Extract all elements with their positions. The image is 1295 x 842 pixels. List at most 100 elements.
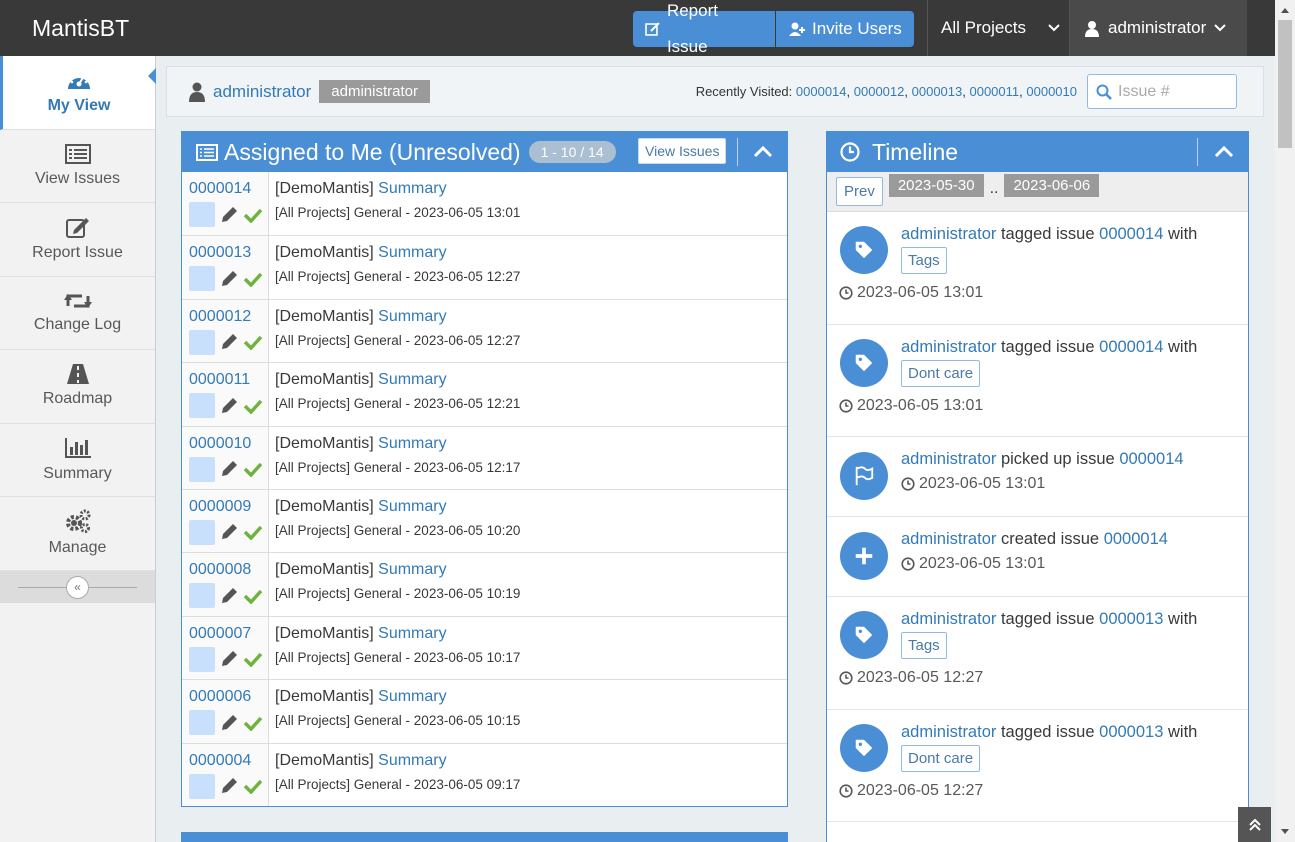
breadcrumb-user-link[interactable]: administrator — [213, 82, 311, 102]
report-issue-button[interactable]: Report Issue — [633, 1, 775, 56]
issue-id-link[interactable]: 0000011 — [189, 371, 250, 388]
pencil-icon[interactable] — [220, 206, 238, 224]
tag-button[interactable]: Dont care — [901, 359, 981, 387]
project-selector[interactable]: All Projects — [928, 0, 1068, 56]
priority-icon — [189, 393, 215, 419]
priority-icon — [189, 202, 215, 227]
timeline-time-text: 2023-06-05 13:01 — [919, 555, 1046, 572]
recent-issue-link[interactable]: 0000012 — [854, 84, 905, 99]
invite-users-button[interactable]: Invite Users — [776, 11, 914, 47]
issue-summary-link[interactable]: Summary — [378, 498, 446, 515]
issue-id-link[interactable]: 0000010 — [189, 435, 251, 452]
view-issues-button[interactable]: View Issues — [638, 138, 727, 164]
issue-id-link[interactable]: 0000012 — [189, 308, 251, 325]
tag-button[interactable]: Tags — [901, 247, 947, 274]
timeline-time: 2023-06-05 13:01 — [839, 284, 1238, 302]
recent-issue-link[interactable]: 0000011 — [969, 84, 1019, 99]
scroll-thumb[interactable] — [1278, 20, 1292, 148]
recent-issue-link[interactable]: 0000013 — [912, 84, 963, 99]
header-divider — [1197, 138, 1198, 166]
user-menu[interactable]: administrator — [1070, 0, 1247, 56]
timeline-issue-link[interactable]: 0000014 — [1119, 450, 1183, 468]
check-icon — [243, 336, 263, 351]
pencil-icon[interactable] — [220, 714, 238, 732]
issue-summary-link[interactable]: Summary — [378, 308, 446, 325]
timeline-user-link[interactable]: administrator — [901, 610, 996, 628]
timeline-action-text: tagged issue — [1000, 337, 1095, 356]
search-icon — [1096, 84, 1112, 100]
timeline-suffix: with — [1167, 225, 1198, 243]
tag-button[interactable]: Tags — [901, 632, 947, 659]
tag-icon — [840, 226, 888, 274]
issue-id-link[interactable]: 0000013 — [189, 244, 251, 261]
sidebar-item-report-issue[interactable]: Report Issue — [0, 203, 155, 277]
issue-summary-link[interactable]: Summary — [378, 625, 446, 642]
scrollbar[interactable] — [1275, 0, 1295, 842]
sidebar-item-summary[interactable]: Summary — [0, 424, 155, 497]
pencil-icon[interactable] — [220, 777, 238, 795]
issue-id-link[interactable]: 0000004 — [189, 752, 251, 769]
recent-issue-link[interactable]: 0000010 — [1026, 84, 1077, 99]
issue-project: [DemoMantis] — [275, 497, 374, 515]
issue-icons — [189, 393, 268, 419]
issue-summary-link[interactable]: Summary — [378, 244, 446, 261]
issue-icons — [189, 266, 268, 292]
issue-search-input[interactable]: Issue # — [1087, 74, 1237, 109]
timeline-issue-link[interactable]: 0000014 — [1099, 338, 1163, 356]
timeline-action-text: created issue — [1000, 530, 1100, 548]
issue-summary-cell: [DemoMantis] Summary [All Projects] Gene… — [269, 172, 787, 235]
sidebar-item-label: View Issues — [34, 169, 121, 187]
scroll-down-arrow-icon[interactable] — [1275, 825, 1295, 839]
chevron-up-icon[interactable] — [753, 142, 773, 162]
timeline-user-link[interactable]: administrator — [901, 450, 996, 468]
issue-project: [DemoMantis] — [275, 244, 374, 262]
sidebar-item-my-view[interactable]: My View — [0, 56, 156, 130]
breadcrumb-user: administrator — [189, 82, 311, 102]
issue-id-link[interactable]: 0000006 — [189, 688, 251, 705]
timeline-issue-link[interactable]: 0000013 — [1099, 610, 1163, 628]
timeline-issue-link[interactable]: 0000013 — [1099, 723, 1163, 741]
access-level-badge: administrator — [319, 80, 430, 103]
recent-issue-link[interactable]: 0000014 — [796, 84, 847, 99]
brand-logo[interactable]: MantisBT — [32, 15, 129, 42]
pencil-icon[interactable] — [220, 397, 238, 415]
issue-id-link[interactable]: 0000009 — [189, 498, 251, 515]
sidebar-item-view-issues[interactable]: View Issues — [0, 130, 155, 203]
scroll-to-top-button[interactable] — [1238, 807, 1271, 842]
timeline-time-text: 2023-06-05 12:27 — [857, 781, 984, 799]
issue-summary-link[interactable]: Summary — [378, 371, 446, 388]
timeline-user-link[interactable]: administrator — [901, 530, 996, 548]
timeline-issue-link[interactable]: 0000014 — [1099, 225, 1163, 243]
timeline-issue-link[interactable]: 0000014 — [1104, 530, 1168, 548]
timeline-suffix: with — [1167, 610, 1198, 628]
tag-button[interactable]: Dont care — [901, 744, 981, 772]
issue-id-link[interactable]: 0000008 — [189, 561, 251, 578]
prev-button[interactable]: Prev — [836, 177, 883, 206]
timeline-user-link[interactable]: administrator — [901, 225, 996, 243]
issue-summary-link[interactable]: Summary — [378, 561, 446, 578]
pencil-icon[interactable] — [220, 270, 238, 288]
pencil-icon[interactable] — [220, 650, 238, 668]
issue-summary-link[interactable]: Summary — [378, 688, 446, 705]
pencil-icon[interactable] — [220, 587, 238, 605]
timeline-user-link[interactable]: administrator — [901, 338, 996, 356]
chevron-up-icon[interactable] — [1214, 142, 1234, 162]
sidebar-item-change-log[interactable]: Change Log — [0, 277, 155, 350]
timeline-action-text: picked up issue — [1000, 450, 1115, 468]
timeline-user-link[interactable]: administrator — [901, 723, 996, 741]
double-chevron-left-icon[interactable]: « — [66, 575, 89, 599]
issue-summary-link[interactable]: Summary — [378, 435, 446, 452]
issue-id-link[interactable]: 0000014 — [189, 180, 251, 197]
issue-summary-link[interactable]: Summary — [378, 752, 446, 769]
pencil-icon[interactable] — [220, 333, 238, 351]
pencil-icon[interactable] — [220, 523, 238, 541]
pencil-icon[interactable] — [220, 460, 238, 478]
issue-id-link[interactable]: 0000007 — [189, 625, 251, 642]
sidebar-item-roadmap[interactable]: Roadmap — [0, 350, 155, 424]
user-menu-label: administrator — [1108, 18, 1207, 37]
issue-id-cell: 0000010 — [182, 426, 269, 489]
sidebar-item-manage[interactable]: Manage — [0, 497, 155, 571]
issue-summary-link[interactable]: Summary — [378, 180, 446, 197]
top-navbar: MantisBT Report Issue Invite Users All P… — [0, 0, 1275, 56]
scroll-up-arrow-icon[interactable] — [1275, 3, 1295, 17]
